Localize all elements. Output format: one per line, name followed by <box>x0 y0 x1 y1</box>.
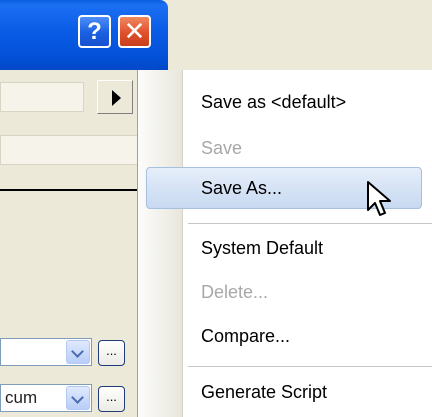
menu-item-save-as-default[interactable]: Save as <default> <box>201 92 346 113</box>
browse-button-1[interactable]: ... <box>98 340 125 366</box>
combo-box-2[interactable]: cum <box>0 384 92 412</box>
help-button[interactable]: ? <box>78 15 111 48</box>
combo-box-1[interactable] <box>0 338 92 366</box>
menu-item-generate-script[interactable]: Generate Script <box>201 382 327 403</box>
triangle-right-icon <box>112 90 121 106</box>
mouse-pointer-icon <box>367 181 391 216</box>
context-menu: Save as <default> Save Save As... System… <box>137 70 432 417</box>
chevron-down-icon[interactable] <box>66 386 90 410</box>
menu-icon-gutter <box>138 70 183 417</box>
menu-item-system-default[interactable]: System Default <box>201 238 323 259</box>
menu-item-save-as[interactable]: Save As... <box>201 178 282 199</box>
chevron-down-icon[interactable] <box>66 340 90 364</box>
close-button[interactable]: ✕ <box>118 15 151 48</box>
profile-menu-button[interactable] <box>97 80 133 114</box>
menu-separator <box>188 366 432 367</box>
profile-name-field[interactable] <box>0 82 84 112</box>
menu-item-save[interactable]: Save <box>201 138 242 159</box>
menu-separator <box>188 223 432 224</box>
window-title-bar: ? ✕ <box>0 0 168 70</box>
menu-item-delete[interactable]: Delete... <box>201 282 268 303</box>
combo-box-2-value: cum <box>5 388 38 407</box>
close-icon: ✕ <box>123 16 146 46</box>
menu-item-compare[interactable]: Compare... <box>201 326 290 347</box>
browse-button-2[interactable]: ... <box>98 386 125 412</box>
help-icon: ? <box>87 18 102 45</box>
description-field[interactable] <box>0 135 140 165</box>
